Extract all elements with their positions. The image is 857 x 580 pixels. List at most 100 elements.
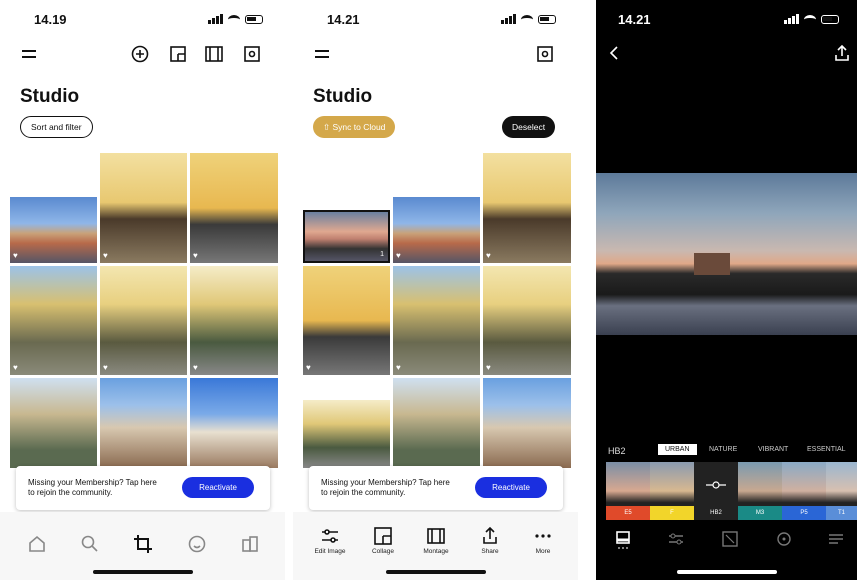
presets-tool-icon[interactable] (615, 530, 631, 550)
photo-thumbnail[interactable]: ♥ (190, 266, 278, 375)
preset-e5[interactable]: E5 (606, 462, 650, 520)
home-icon[interactable] (27, 534, 49, 554)
share-icon[interactable] (834, 44, 850, 62)
collage-icon[interactable] (373, 526, 395, 546)
more-label: More (535, 548, 551, 555)
edited-photo[interactable] (596, 173, 857, 335)
add-icon[interactable] (131, 45, 149, 63)
heart-icon[interactable]: ♥ (193, 251, 198, 260)
battery-icon (245, 14, 263, 24)
photo-thumbnail[interactable]: ♥ (393, 197, 480, 263)
smiley-icon[interactable] (187, 534, 209, 554)
heart-icon[interactable]: ♥ (13, 363, 18, 372)
heart-icon[interactable]: ♥ (103, 251, 108, 260)
home-indicator (385, 570, 486, 574)
wifi-icon (521, 14, 533, 24)
adjust-tool-icon[interactable] (668, 532, 684, 546)
category-tab-vibrant[interactable]: VIBRANT (758, 446, 788, 453)
photo-thumbnail[interactable]: ♥ (100, 266, 187, 375)
sync-to-cloud-button[interactable]: ⇧ Sync to Cloud (313, 116, 396, 138)
page-title: Studio (20, 86, 80, 107)
edit-image-label: Edit Image (314, 548, 346, 555)
status-bar: 14.21 (293, 12, 578, 28)
status-time: 14.19 (34, 12, 67, 27)
heart-icon[interactable]: ♥ (306, 363, 311, 372)
menu-icon[interactable] (315, 50, 329, 58)
preset-categories: HB2 URBAN NATURE VIBRANT ESSENTIAL (596, 444, 857, 458)
heart-icon[interactable]: ♥ (486, 251, 491, 260)
sort-filter-button[interactable]: Sort and filter (20, 116, 93, 138)
studio-screen: 14.19 Studio Sort and filter ♥ ♥ ♥ ♥ ♥ ♥… (0, 0, 285, 580)
more-icon[interactable] (533, 526, 555, 546)
reactivate-button[interactable]: Reactivate (182, 477, 254, 498)
membership-banner[interactable]: Missing your Membership? Tap here to rej… (309, 466, 563, 510)
category-tab-nature[interactable]: NATURE (709, 446, 737, 453)
heart-icon[interactable]: ♥ (486, 363, 491, 372)
home-indicator (676, 570, 777, 574)
selection-screen: 14.21 Studio ⇧ Sync to Cloud Deselect 1 … (293, 0, 578, 580)
reactivate-button[interactable]: Reactivate (475, 477, 547, 498)
preset-hb2[interactable]: HB2 (694, 462, 738, 520)
border-tool-icon[interactable] (722, 531, 738, 547)
selected-count: 1 (380, 251, 384, 258)
signal-icon (784, 14, 799, 24)
profile-icon[interactable] (240, 534, 262, 554)
heart-icon[interactable]: ♥ (193, 363, 198, 372)
editor-screen: 14.21 HB2 URBAN NATURE VIBRANT ESSENTIAL… (596, 0, 857, 580)
photo-thumbnail[interactable]: ♥ (100, 153, 187, 263)
battery-icon (821, 14, 839, 24)
film-icon[interactable] (205, 46, 223, 62)
building-shape (694, 253, 730, 275)
category-tab-essential[interactable]: ESSENTIAL (807, 446, 846, 453)
heart-icon[interactable]: ♥ (396, 251, 401, 260)
photo-thumbnail[interactable] (393, 378, 480, 468)
selected-photo-thumbnail[interactable]: 1 (303, 210, 390, 263)
membership-banner[interactable]: Missing your Membership? Tap here to rej… (16, 466, 270, 510)
photo-thumbnail[interactable] (303, 400, 390, 468)
slider-adjust-icon[interactable] (706, 480, 726, 490)
preset-p5[interactable]: P5 (782, 462, 826, 520)
category-tab-urban[interactable]: URBAN (658, 444, 697, 455)
back-icon[interactable] (608, 46, 620, 60)
photo-thumbnail[interactable]: ♥ (393, 266, 480, 375)
heart-icon[interactable]: ♥ (13, 251, 18, 260)
tab-bar (0, 512, 285, 580)
share-label: Share (481, 548, 499, 555)
photo-thumbnail[interactable] (10, 378, 97, 468)
photo-thumbnail[interactable]: ♥ (10, 266, 97, 375)
photo-thumbnail[interactable]: ♥ (483, 153, 571, 263)
status-time: 14.21 (327, 12, 360, 27)
camera-icon[interactable] (537, 46, 553, 62)
history-tool-icon[interactable] (775, 531, 793, 547)
page-title: Studio (313, 86, 373, 107)
status-time: 14.21 (618, 12, 651, 27)
photo-thumbnail[interactable] (190, 378, 278, 468)
montage-label: Montage (423, 548, 449, 555)
edit-image-icon[interactable] (320, 526, 342, 546)
menu-icon[interactable] (22, 50, 36, 58)
collage-icon[interactable] (170, 46, 186, 62)
crop-icon[interactable] (133, 534, 155, 554)
home-indicator (92, 570, 193, 574)
deselect-button[interactable]: Deselect (502, 116, 556, 138)
heart-icon[interactable]: ♥ (396, 363, 401, 372)
photo-thumbnail[interactable]: ♥ (10, 197, 97, 263)
heart-icon[interactable]: ♥ (103, 363, 108, 372)
collage-label: Collage (371, 548, 395, 555)
signal-icon (208, 14, 223, 24)
share-icon[interactable] (480, 526, 502, 546)
photo-thumbnail[interactable]: ♥ (483, 266, 571, 375)
search-icon[interactable] (80, 534, 102, 554)
recipes-tool-icon[interactable] (828, 532, 844, 546)
photo-thumbnail[interactable] (483, 378, 571, 468)
photo-thumbnail[interactable] (100, 378, 187, 468)
photo-thumbnail[interactable]: ♥ (190, 153, 278, 263)
signal-icon (501, 14, 516, 24)
photo-thumbnail[interactable]: ♥ (303, 266, 390, 375)
preset-label: HB2 (608, 446, 626, 456)
montage-icon[interactable] (426, 526, 448, 546)
preset-m3[interactable]: M3 (738, 462, 782, 520)
preset-f[interactable]: F (650, 462, 694, 520)
preset-t1[interactable]: T1 (826, 462, 857, 520)
camera-icon[interactable] (244, 46, 260, 62)
